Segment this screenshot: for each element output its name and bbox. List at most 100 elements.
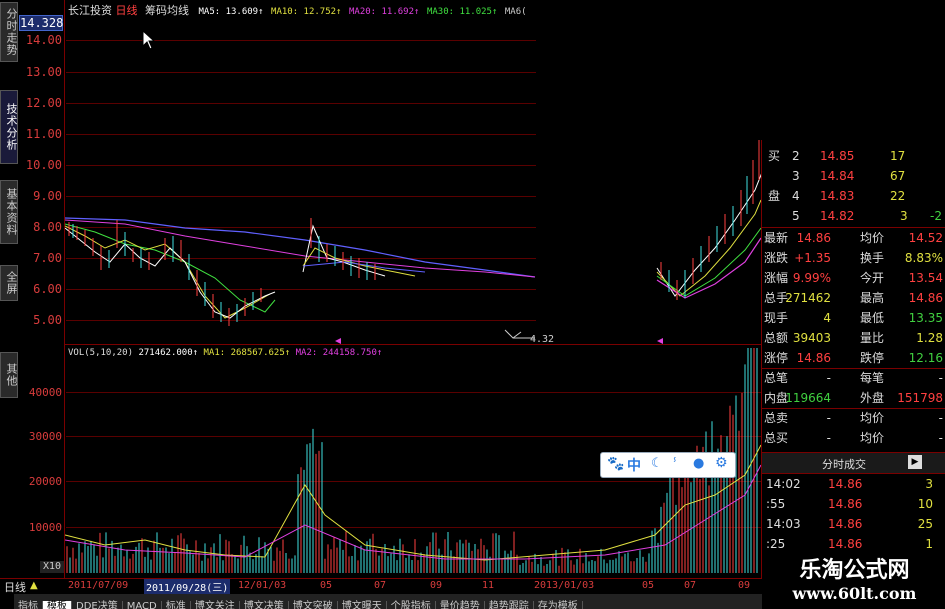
order-vol: 22 [890,189,906,203]
tick-row: 14:03 14.86 25 [762,514,945,534]
indicator-tab[interactable]: MACD [123,601,162,609]
quote-value: 1.28 [916,331,943,345]
date-bar: 日线 ▲ 2011/07/09 2011/09/28(三) 12/01/03 0… [0,578,762,595]
indicator-tab[interactable]: DDE决策 [72,601,123,609]
quote-label: 总买 [764,431,789,445]
order-price: 14.84 [820,169,855,183]
quote-row: 总笔 - 每笔 - [762,368,945,388]
order-vol: 17 [890,149,906,163]
tab-fullscreen[interactable]: 全屏 [0,265,18,301]
quote-value: 4 [823,311,831,325]
quote-row: 总手 271462 最高 14.86 [762,288,945,308]
indicator-tab[interactable]: 量价趋势 [436,601,485,609]
quote-label: 涨幅 [764,271,789,285]
tab-intraday[interactable]: 分时走势 [0,2,18,62]
indicator-tab[interactable]: 模板 [43,601,72,609]
order-side: 买 [768,149,781,163]
date-tick: 07 [374,580,387,591]
tab-technical[interactable]: 技术分析 [0,90,18,164]
ma30-line [65,223,276,313]
quote-value: 14.86 [908,291,943,305]
price-tick: 9.00 [33,189,62,203]
watermark-url: www.60lt.com [792,584,917,603]
date-tick: 09 [738,580,751,591]
quote-row: 涨停 14.86 跌停 12.16 [762,348,945,368]
user-icon[interactable]: ● [693,456,704,471]
tick-price: 14.86 [828,517,863,531]
volume-tick: 30000 [28,430,62,443]
order-level: 4 [792,189,800,203]
order-level: 2 [792,149,800,163]
quote-value: 119664 [785,391,831,405]
tick-row: :55 14.86 10 [762,494,945,514]
quote-value: 12.16 [908,351,943,365]
input-mode-button[interactable]: 中 [627,455,641,475]
order-price: 14.85 [820,149,855,163]
indicator-tab[interactable]: 趋势跟踪 [485,601,534,609]
tick-time: 14:03 [766,517,801,531]
quote-value: +1.35 [794,251,831,265]
indicator-tab[interactable]: 指标 [14,601,43,609]
quote-row: 总买 - 均价 - [762,428,945,448]
quote-value: 271462 [785,291,831,305]
mouse-cursor-icon [142,30,156,50]
float-toolbar: 🐾 中 ☾ ⸯ ● ⚙ [600,452,736,478]
quote-value: 9.99% [792,271,831,285]
ma5-line [65,227,276,319]
quote-value: 151798 [897,391,943,405]
indicator-tab[interactable]: 博文突破 [289,601,338,609]
date-tick: 09 [430,580,443,591]
order-side: 盘 [768,189,781,203]
ticks-expand-button[interactable]: ▶ [908,455,922,469]
date-tick: 2011/07/09 [68,580,129,591]
quote-value: - [938,411,943,425]
quote-value: - [938,371,943,385]
cursor-marker [657,338,663,344]
ticks-title: 分时成交 [822,458,866,471]
tab-fundamentals[interactable]: 基本资料 [0,180,18,244]
period-selector[interactable]: 日线 [4,579,26,595]
quote-value: - [826,431,831,445]
quote-value: 14.86 [796,351,831,365]
indicator-tab[interactable]: 博文决策 [240,601,289,609]
indicator-tab[interactable]: 博文曝天 [338,601,387,609]
tick-price: 14.86 [828,497,863,511]
order-level: 5 [792,209,800,223]
quote-value: 14.86 [796,231,831,245]
quote-label: 涨停 [764,351,789,365]
quote-label: 总笔 [764,371,789,385]
ma60-line [302,261,426,273]
price-tick: 6.00 [33,282,62,296]
moon-icon[interactable]: ☾ [651,456,663,471]
punctuation-icon[interactable]: ⸯ [671,456,679,474]
quote-value: - [826,411,831,425]
paw-icon[interactable]: 🐾 [607,456,624,472]
volume-tick: 10000 [28,521,62,534]
quote-label: 最低 [860,311,885,325]
tick-row: 14:02 14.86 3 [762,474,945,494]
price-tick: 10.00 [25,158,62,172]
order-level: 3 [792,169,800,183]
indicator-tab[interactable]: 标准 [162,601,191,609]
watermark: 乐淘公式网 www.60lt.com [764,548,945,609]
price-tick: 5.00 [33,313,62,327]
tick-time: 14:02 [766,477,801,491]
quote-label: 均价 [860,411,885,425]
quote-label: 现手 [764,311,789,325]
indicator-tab[interactable]: 博文关注 [191,601,240,609]
quote-row: 总额 39403 量比 1.28 [762,328,945,348]
indicator-tab[interactable]: 个股指标 [387,601,436,609]
gear-icon[interactable]: ⚙ [715,455,728,471]
price-chart[interactable] [65,0,761,344]
order-row: 3 14.84 67 [762,166,945,186]
volume-tick: 20000 [28,475,62,488]
indicator-tab[interactable]: 存为模板 [534,601,583,609]
quote-value: 39403 [792,331,831,345]
quote-label: 量比 [860,331,885,345]
quote-label: 换手 [860,251,885,265]
price-tick: 8.00 [33,220,62,234]
tab-other[interactable]: 其他 [0,352,18,398]
quote-label: 每笔 [860,371,885,385]
min-price-label: 4.32 [530,334,555,345]
quote-row: 内盘 119664 外盘 151798 [762,388,945,408]
